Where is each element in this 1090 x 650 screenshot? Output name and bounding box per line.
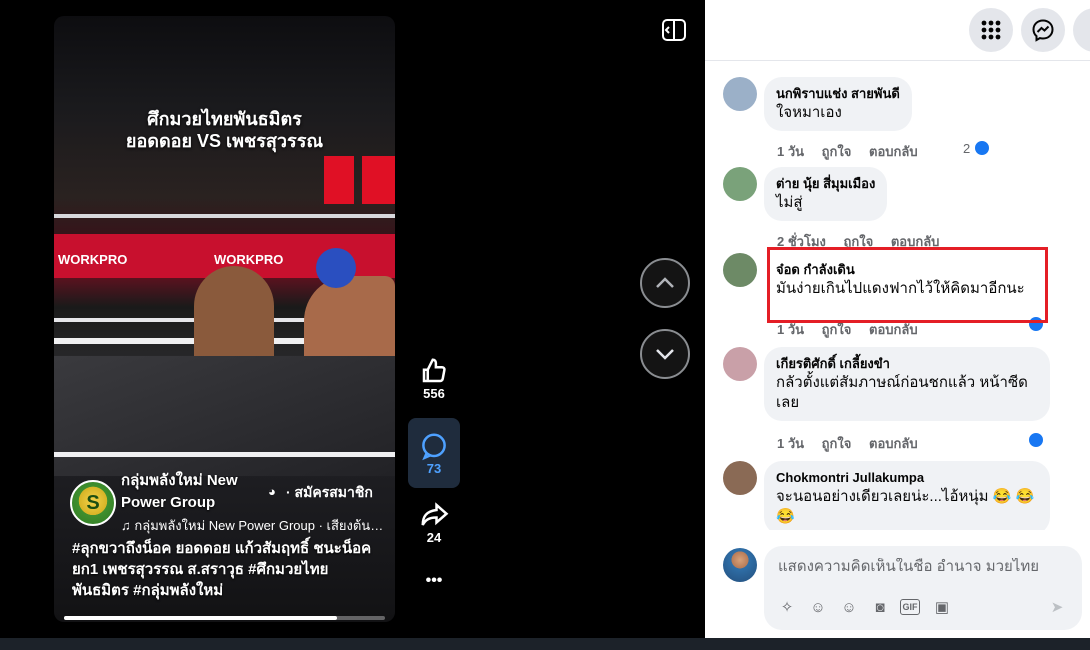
comment-bubble: นกพิราบแช่ง สายพันดี ใจหมาเอง bbox=[764, 77, 912, 131]
comment-reply-button[interactable]: ตอบกลับ bbox=[869, 144, 918, 159]
messenger-icon bbox=[1032, 19, 1054, 42]
highlight-annotation bbox=[767, 247, 1048, 323]
avatar-sticker-icon[interactable]: ✧ bbox=[776, 596, 798, 618]
red-screen-left bbox=[324, 156, 354, 204]
reaction-count[interactable]: 2 bbox=[963, 141, 970, 156]
ring-rope-top bbox=[54, 214, 395, 218]
subscribe-link[interactable]: · สมัครสมาชิก bbox=[286, 482, 373, 504]
current-user-avatar[interactable] bbox=[723, 548, 757, 582]
previous-video-button[interactable] bbox=[640, 258, 690, 308]
messenger-button[interactable] bbox=[1021, 8, 1065, 52]
ring-banner-text-left: WORKPRO bbox=[58, 252, 128, 267]
comment-bubble: Chokmontri Jullakumpa จะนอนอย่างเดียวเลย… bbox=[764, 461, 1050, 530]
globe-icon: ◕ bbox=[268, 484, 276, 499]
like-reaction-icon bbox=[973, 139, 991, 157]
camera-icon[interactable]: ◙ bbox=[869, 596, 891, 618]
comment-time[interactable]: 1 วัน bbox=[777, 322, 804, 337]
ring-banner-text-right: WORKPRO bbox=[214, 252, 284, 267]
gif-icon[interactable]: GIF bbox=[900, 599, 920, 615]
comment-actions: 1 วัน ถูกใจ ตอบกลับ bbox=[777, 141, 932, 162]
commenter-avatar[interactable] bbox=[723, 253, 757, 287]
send-icon[interactable]: ➤ bbox=[1046, 596, 1068, 618]
comment-time[interactable]: 1 วัน bbox=[777, 436, 804, 451]
commenter-name[interactable]: นกพิราบแช่ง สายพันดี bbox=[776, 85, 900, 103]
exit-fullscreen-icon[interactable] bbox=[660, 16, 688, 44]
comment-text: ใจหมาเอง bbox=[776, 104, 842, 121]
taskbar bbox=[0, 638, 1090, 650]
comment-actions: 1 วัน ถูกใจ ตอบกลับ bbox=[777, 433, 932, 454]
commenter-avatar[interactable] bbox=[723, 461, 757, 495]
comment-bubble: ต่าย นุ้ย สี่มุมเมือง ไม่สู่ bbox=[764, 167, 888, 221]
comment-button[interactable]: 73 bbox=[408, 418, 460, 488]
comment-text: จะนอนอย่างเดียวเลยน่ะ...ไอ้หนุ่ม 😂 😂😂 bbox=[776, 488, 1035, 525]
comment-text: ไม่สู่ bbox=[776, 194, 803, 211]
comment-like-button[interactable]: ถูกใจ bbox=[822, 436, 852, 451]
notifications-button[interactable] bbox=[1073, 8, 1090, 52]
like-button[interactable]: 556 bbox=[408, 356, 460, 401]
video-viewer: WORKPRO WORKPRO ศึกมวยไทยพันธมิตร ยอดดอย… bbox=[0, 0, 705, 638]
thumbs-up-icon bbox=[422, 358, 446, 383]
page-avatar-letter: S bbox=[86, 491, 100, 514]
grid-menu-icon bbox=[981, 20, 1001, 40]
menu-button[interactable] bbox=[969, 8, 1013, 52]
red-screen-right bbox=[362, 156, 395, 204]
share-icon bbox=[421, 502, 449, 526]
boxing-glove bbox=[316, 248, 356, 288]
chevron-up-icon bbox=[656, 277, 674, 288]
commenter-name[interactable]: เกียรติศักดิ์ เกลี้ยงขำ bbox=[776, 355, 1038, 373]
like-count: 556 bbox=[423, 386, 445, 401]
smiley-icon[interactable]: ☺ bbox=[838, 596, 860, 618]
commenter-name[interactable]: Chokmontri Jullakumpa bbox=[776, 469, 1038, 487]
chevron-down-icon bbox=[656, 349, 674, 360]
comment-text: กลัวตั้งแต่สัมภาษณ์ก่อนชกแล้ว หน้าซีดเลย bbox=[776, 374, 1028, 411]
page-name[interactable]: กลุ่มพลังใหม่ New Power Group bbox=[121, 470, 271, 514]
audio-source[interactable]: ♫ กลุ่มพลังใหม่ New Power Group · เสียงต… bbox=[121, 515, 389, 536]
commenter-avatar[interactable] bbox=[723, 167, 757, 201]
commenter-name[interactable]: ต่าย นุ้ย สี่มุมเมือง bbox=[776, 175, 875, 193]
sticker-icon[interactable]: ▣ bbox=[931, 596, 953, 618]
panel-header bbox=[705, 0, 1090, 60]
commenter-avatar[interactable] bbox=[723, 347, 757, 381]
page-avatar[interactable]: S bbox=[70, 480, 116, 526]
share-button[interactable]: 24 bbox=[408, 500, 460, 545]
like-reaction-icon bbox=[1027, 431, 1045, 449]
comment-icon bbox=[422, 433, 446, 460]
comment-like-button[interactable]: ถูกใจ bbox=[822, 322, 852, 337]
more-options-button[interactable]: ••• bbox=[408, 572, 460, 590]
ring-floor-logo bbox=[54, 356, 395, 476]
comment-like-button[interactable]: ถูกใจ bbox=[822, 144, 852, 159]
progress-bar[interactable] bbox=[64, 616, 385, 620]
commenter-avatar[interactable] bbox=[723, 77, 757, 111]
comment-reply-button[interactable]: ตอบกลับ bbox=[869, 322, 918, 337]
next-video-button[interactable] bbox=[640, 329, 690, 379]
more-icon: ••• bbox=[425, 572, 443, 589]
video-title: ศึกมวยไทยพันธมิตร ยอดดอย VS เพชรสุวรรณ bbox=[125, 109, 324, 151]
emoji-icon[interactable]: ☺ bbox=[807, 596, 829, 618]
ring-rope-bottom bbox=[54, 452, 395, 457]
comment-composer: ✧ ☺ ☺ ◙ GIF ▣ ➤ bbox=[705, 540, 1090, 638]
comment-bubble: เกียรติศักดิ์ เกลี้ยงขำ กลัวตั้งแต่สัมภา… bbox=[764, 347, 1050, 421]
comment-time[interactable]: 1 วัน bbox=[777, 144, 804, 159]
video-player[interactable]: WORKPRO WORKPRO ศึกมวยไทยพันธมิตร ยอดดอย… bbox=[54, 16, 395, 622]
share-count: 24 bbox=[426, 530, 442, 545]
progress-fill bbox=[64, 616, 337, 620]
video-caption: #ลุกขวาถึงน็อค ยอดดอย แก้วสัมฤทธิ์ ชนะน็… bbox=[72, 540, 372, 599]
composer-box: ✧ ☺ ☺ ◙ GIF ▣ ➤ bbox=[764, 546, 1082, 630]
comment-count: 73 bbox=[426, 460, 442, 476]
comment-reply-button[interactable]: ตอบกลับ bbox=[869, 436, 918, 451]
comment-input[interactable] bbox=[778, 558, 1068, 575]
